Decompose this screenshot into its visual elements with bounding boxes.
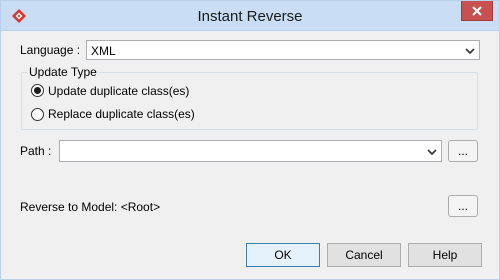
- path-combo[interactable]: [59, 140, 442, 162]
- chevron-down-icon: [426, 146, 438, 158]
- chevron-down-icon: [464, 45, 476, 57]
- replace-duplicate-label[interactable]: Replace duplicate class(es): [48, 107, 195, 121]
- update-type-legend: Update Type: [27, 65, 99, 79]
- language-value: XML: [91, 44, 116, 58]
- title-bar[interactable]: Instant Reverse: [1, 1, 499, 31]
- help-button[interactable]: Help: [408, 243, 482, 267]
- path-label: Path :: [20, 144, 52, 158]
- close-button[interactable]: [461, 1, 493, 21]
- replace-duplicate-radio[interactable]: [31, 108, 44, 121]
- instant-reverse-dialog: Instant Reverse Language : XML Update Ty…: [0, 0, 500, 280]
- window-title: Instant Reverse: [197, 8, 303, 25]
- cancel-button[interactable]: Cancel: [327, 243, 401, 267]
- language-select[interactable]: XML: [86, 40, 480, 60]
- model-browse-button[interactable]: ...: [448, 195, 478, 217]
- path-browse-button[interactable]: ...: [448, 140, 478, 162]
- update-type-group: [21, 72, 478, 130]
- update-duplicate-radio[interactable]: [31, 84, 44, 97]
- reverse-to-model-label: Reverse to Model: <Root>: [20, 200, 161, 214]
- close-icon: [472, 5, 482, 16]
- update-duplicate-label[interactable]: Update duplicate class(es): [48, 84, 189, 98]
- language-label: Language :: [20, 43, 81, 57]
- ok-button[interactable]: OK: [246, 243, 320, 267]
